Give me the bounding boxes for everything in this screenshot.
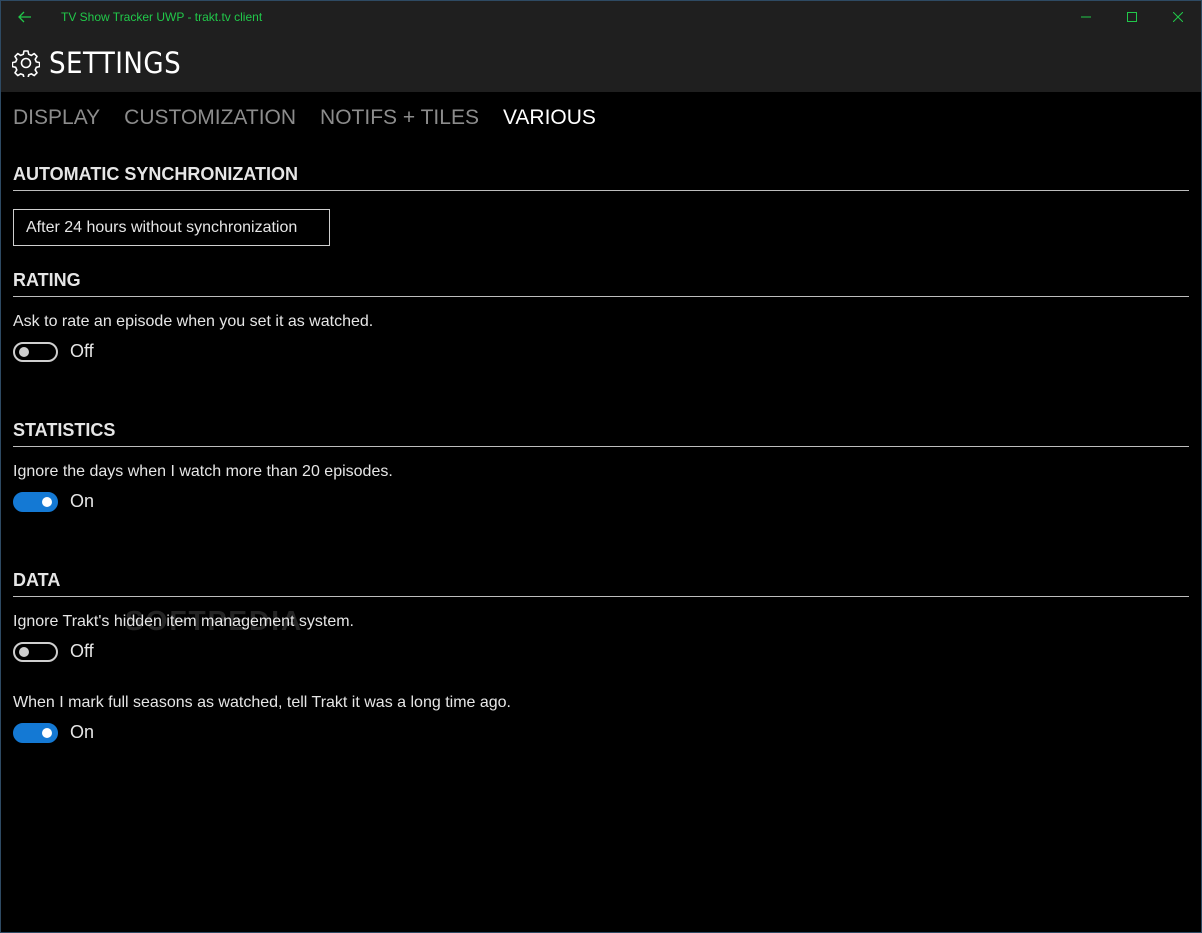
settings-tabs: DISPLAY CUSTOMIZATION NOTIFS + TILES VAR… [13,106,620,130]
page-header: SETTINGS [1,33,1201,92]
toggle-knob [42,496,52,507]
maximize-button[interactable] [1109,1,1155,33]
tab-various[interactable]: VARIOUS [503,106,596,130]
gear-icon [11,48,41,78]
toggle-switch[interactable] [13,722,58,743]
window-title: TV Show Tracker UWP - trakt.tv client [61,10,263,24]
title-bar: TV Show Tracker UWP - trakt.tv client [1,1,1201,33]
tab-display[interactable]: DISPLAY [13,106,100,130]
tab-customization[interactable]: CUSTOMIZATION [124,106,296,130]
statistics-description: Ignore the days when I watch more than 2… [13,463,393,480]
rating-toggle[interactable]: Off [13,341,94,362]
toggle-state-label: On [70,491,95,511]
toggle-state-label: On [70,722,95,742]
sync-dropdown[interactable]: After 24 hours without synchronization [13,209,330,246]
toggle-switch[interactable] [13,641,58,662]
maximize-icon [1127,12,1137,22]
page-title: SETTINGS [49,45,182,80]
data-full-seasons-toggle[interactable]: On [13,722,94,743]
back-button[interactable] [1,1,49,33]
toggle-knob [19,646,29,657]
back-arrow-icon [18,11,31,23]
window-controls [1063,1,1201,33]
toggle-knob [19,346,29,357]
minimize-button[interactable] [1063,1,1109,33]
data-full-seasons-description: When I mark full seasons as watched, tel… [13,694,511,711]
toggle-switch[interactable] [13,341,58,362]
app-window: TV Show Tracker UWP - trakt.tv client SE… [0,0,1202,933]
data-hidden-items-toggle[interactable]: Off [13,641,94,662]
section-title-data: DATA [13,570,1189,597]
watermark: SOFTPEDIA [125,605,304,636]
section-title-rating: RATING [13,270,1189,297]
section-title-statistics: STATISTICS [13,420,1189,447]
toggle-state-label: Off [70,641,94,661]
minimize-icon [1081,16,1091,18]
close-icon [1173,12,1183,22]
section-title-sync: AUTOMATIC SYNCHRONIZATION [13,164,1189,191]
toggle-state-label: Off [70,341,94,361]
close-button[interactable] [1155,1,1201,33]
toggle-switch[interactable] [13,491,58,512]
toggle-knob [42,727,52,738]
statistics-toggle[interactable]: On [13,491,94,512]
tab-notifs-tiles[interactable]: NOTIFS + TILES [320,106,479,130]
rating-description: Ask to rate an episode when you set it a… [13,313,374,330]
